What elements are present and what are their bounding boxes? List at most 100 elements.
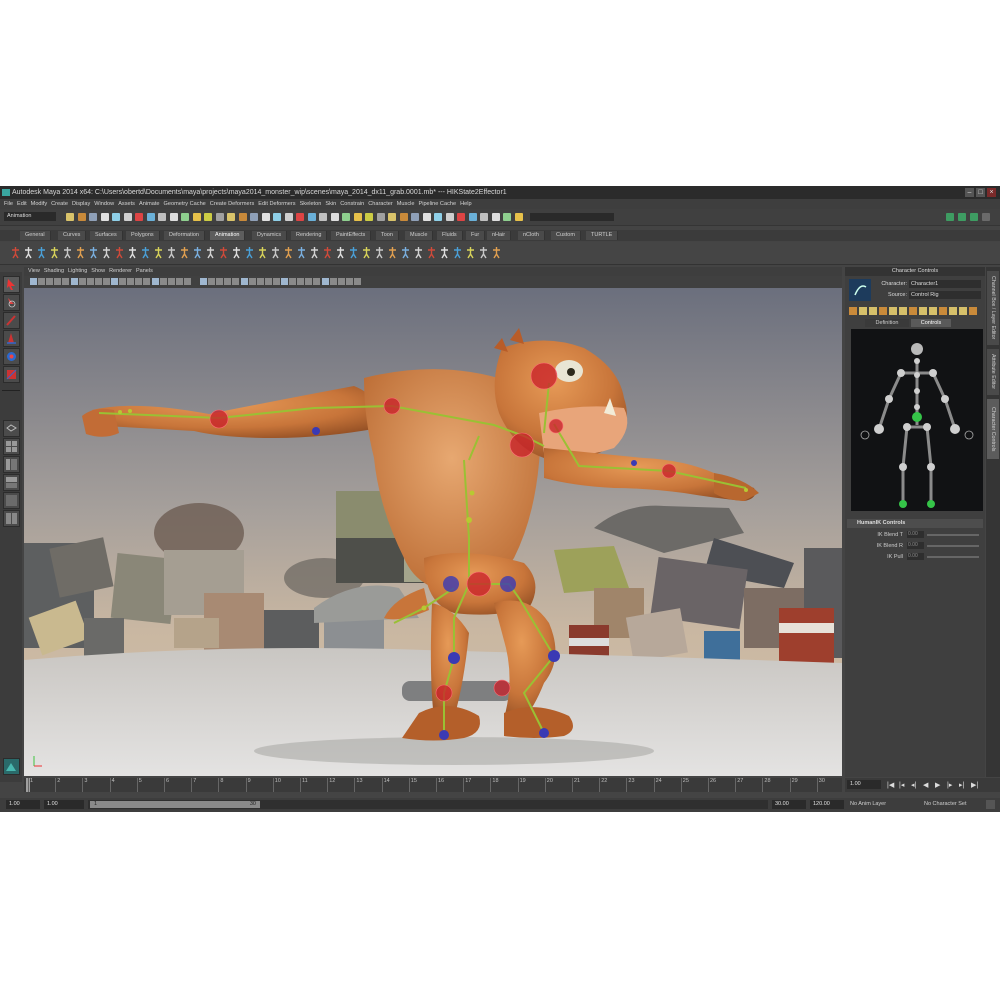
menu-muscle[interactable]: Muscle [397, 199, 415, 209]
status-tool-icon[interactable] [422, 213, 431, 221]
status-tool-icon[interactable] [261, 213, 270, 221]
shelf-tool-icon[interactable] [88, 246, 99, 259]
panel-tool-icon[interactable] [54, 278, 62, 285]
character-tool-icon[interactable] [899, 307, 907, 315]
shelf-tool-icon[interactable] [465, 246, 476, 259]
scene-icon[interactable] [3, 758, 20, 775]
shelf-tool-icon[interactable] [153, 246, 164, 259]
shelf-tab-custom[interactable]: Custom [551, 231, 581, 240]
shelf-tool-icon[interactable] [127, 246, 138, 259]
shelf-tab-rendering[interactable]: Rendering [291, 231, 328, 240]
menu-skeleton[interactable]: Skeleton [300, 199, 322, 209]
menu-geometry-cache[interactable]: Geometry Cache [164, 199, 206, 209]
panel-tool-icon[interactable] [111, 278, 118, 285]
status-tool-icon[interactable] [353, 213, 362, 221]
character-tool-icon[interactable] [959, 307, 967, 315]
range-slider-handle[interactable]: 1 30 [90, 801, 260, 808]
playback-start-field[interactable]: 1.00 [44, 800, 84, 809]
shelf-tab-general[interactable]: General [20, 231, 51, 240]
shelf-tool-icon[interactable] [244, 246, 255, 259]
character-tool-icon[interactable] [909, 307, 917, 315]
go-to-start-button[interactable]: |◀ [887, 781, 894, 789]
status-tool-icon[interactable] [468, 213, 477, 221]
anim-layer-dropdown[interactable]: No Anim Layer [850, 800, 886, 809]
animation-end-field[interactable]: 120.00 [810, 800, 844, 809]
panel-tool-icon[interactable] [30, 278, 37, 285]
shelf-tool-icon[interactable] [23, 246, 34, 259]
panel-tool-icon[interactable] [329, 278, 337, 285]
character-tool-icon[interactable] [939, 307, 947, 315]
channel-box-icon[interactable] [946, 213, 954, 221]
range-slider[interactable]: 1 30 [88, 800, 768, 809]
panel-tool-icon[interactable] [216, 278, 224, 285]
panel-menu-shading[interactable]: Shading [44, 267, 64, 276]
status-tool-icon[interactable] [181, 213, 189, 221]
status-tool-icon[interactable] [204, 213, 212, 221]
menu-display[interactable]: Display [72, 199, 90, 209]
minimize-button[interactable]: – [965, 188, 974, 197]
shelf-tool-icon[interactable] [231, 246, 242, 259]
shelf-tool-icon[interactable] [478, 246, 489, 259]
panel-tool-icon[interactable] [127, 278, 135, 285]
attribute-editor-icon[interactable] [958, 213, 966, 221]
character-tool-icon[interactable] [929, 307, 937, 315]
shelf-tab-painteffects[interactable]: PaintEffects [331, 231, 372, 240]
panel-tool-icon[interactable] [200, 278, 207, 285]
scale-tool-icon[interactable] [3, 366, 20, 383]
menu-modify[interactable]: Modify [31, 199, 47, 209]
status-tool-icon[interactable] [192, 213, 201, 221]
shelf-tool-icon[interactable] [62, 246, 73, 259]
slider-value-field[interactable]: 0.00 [907, 542, 924, 549]
panel-tool-icon[interactable] [102, 278, 110, 285]
shelf-tool-icon[interactable] [140, 246, 151, 259]
shelf-tool-icon[interactable] [114, 246, 125, 259]
panel-tool-icon[interactable] [305, 278, 313, 285]
shelf-tool-icon[interactable] [322, 246, 333, 259]
status-tool-icon[interactable] [250, 213, 258, 221]
character-tool-icon[interactable] [849, 307, 857, 315]
perspective-viewport[interactable] [24, 288, 842, 776]
shelf-tool-icon[interactable] [101, 246, 112, 259]
panel-tool-icon[interactable] [143, 278, 151, 285]
status-tool-icon[interactable] [238, 213, 247, 221]
status-tool-icon[interactable] [514, 213, 523, 221]
panel-tool-icon[interactable] [119, 278, 127, 285]
tab-controls[interactable]: Controls [911, 319, 951, 327]
shelf-tool-icon[interactable] [75, 246, 86, 259]
menu-window[interactable]: Window [94, 199, 114, 209]
step-forward-button[interactable]: |▸ [947, 781, 952, 789]
panel-tool-icon[interactable] [337, 278, 345, 285]
menu-animate[interactable]: Animate [139, 199, 160, 209]
status-tool-icon[interactable] [365, 213, 373, 221]
shelf-tool-icon[interactable] [257, 246, 268, 259]
status-tool-icon[interactable] [457, 213, 465, 221]
shelf-tab-fluids[interactable]: Fluids [437, 231, 463, 240]
tab-channel-box[interactable]: Channel Box / Layer Editor [987, 271, 999, 345]
command-input[interactable] [530, 213, 614, 221]
panel-tool-icon[interactable] [38, 278, 46, 285]
character-dropdown[interactable]: Character1 [909, 280, 981, 288]
slider-value-field[interactable]: 0.00 [907, 553, 924, 560]
persp-graph-layout-icon[interactable] [3, 474, 20, 491]
shelf-tool-icon[interactable] [348, 246, 359, 259]
character-tool-icon[interactable] [969, 307, 977, 315]
panel-tool-icon[interactable] [232, 278, 240, 285]
shelf-tool-icon[interactable] [49, 246, 60, 259]
tab-attribute-editor[interactable]: Attribute Editor [987, 349, 999, 395]
panel-tool-icon[interactable] [321, 278, 329, 285]
time-slider[interactable]: 1 2 3 4 5 6 7 8 9 10 11 12 13 14 15 16 17 18 19 20 21 22 23 24 2… [24, 778, 842, 792]
step-forward-key-button[interactable]: ▸| [959, 781, 964, 789]
panel-tool-icon[interactable] [86, 278, 94, 285]
close-button[interactable]: × [987, 188, 996, 197]
status-tool-icon[interactable] [342, 213, 350, 221]
character-tool-icon[interactable] [949, 307, 957, 315]
status-tool-icon[interactable] [227, 213, 235, 221]
panel-menu-show[interactable]: Show [91, 267, 105, 276]
status-tool-icon[interactable] [112, 213, 120, 221]
shelf-tool-icon[interactable] [218, 246, 229, 259]
panel-tool-icon[interactable] [78, 278, 86, 285]
shelf-tool-icon[interactable] [387, 246, 398, 259]
shelf-tool-icon[interactable] [491, 246, 502, 259]
status-tool-icon[interactable] [146, 213, 155, 221]
menu-create-deformers[interactable]: Create Deformers [210, 199, 254, 209]
